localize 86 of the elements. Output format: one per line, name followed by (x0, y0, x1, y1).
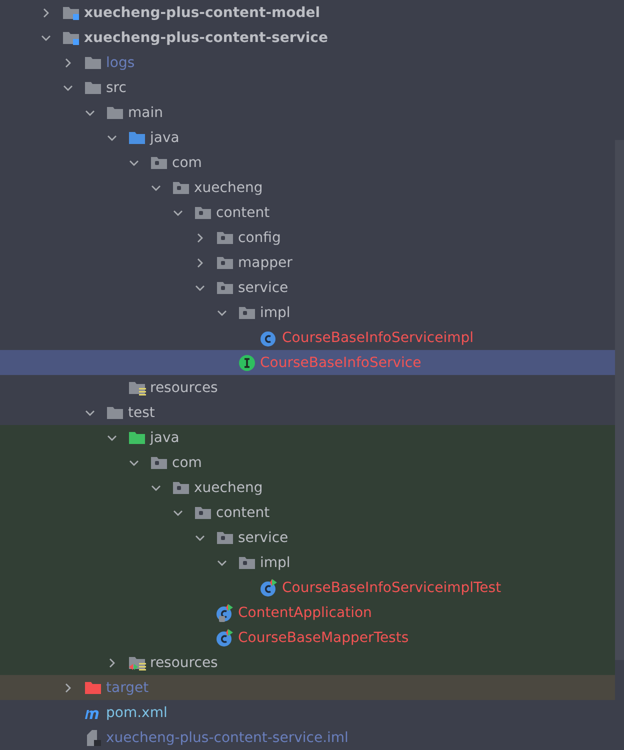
tree-item[interactable]: service (0, 525, 615, 550)
item-label: resources (150, 654, 218, 672)
tree-item[interactable]: src (0, 75, 615, 100)
item-label: java (150, 428, 180, 446)
tree-item[interactable]: config (0, 225, 615, 250)
item-label: src (106, 78, 126, 96)
package-icon (216, 280, 234, 296)
tree-item[interactable]: xuecheng (0, 175, 615, 200)
tree-item[interactable]: CourseBaseInfoServiceimplTest (0, 575, 615, 600)
package-icon (150, 454, 168, 470)
item-label: CourseBaseMapperTests (238, 628, 409, 646)
item-label: content (216, 504, 270, 522)
folder-icon (106, 104, 124, 120)
package-icon (216, 230, 234, 246)
file-icon (84, 728, 102, 746)
package-icon (238, 554, 256, 570)
folder-icon (128, 654, 146, 670)
item-label: test (128, 404, 155, 422)
tree-item[interactable]: xuecheng-plus-content-model (0, 0, 615, 25)
tree-item[interactable]: com (0, 450, 615, 475)
item-label: CourseBaseInfoServiceimplTest (282, 578, 502, 596)
item-label: CourseBaseInfoServiceimpl (282, 328, 474, 346)
tree-item[interactable]: CourseBaseMapperTests (0, 625, 615, 650)
tree-item[interactable]: resources (0, 650, 615, 675)
tree-item[interactable]: resources (0, 375, 615, 400)
tree-item[interactable]: java (0, 125, 615, 150)
item-label: content (216, 204, 270, 222)
folder-icon (84, 54, 102, 70)
item-label: ContentApplication (238, 604, 372, 622)
tree-item[interactable]: mapper (0, 250, 615, 275)
package-icon (194, 204, 212, 220)
tree-item[interactable]: impl (0, 300, 615, 325)
class-icon (216, 628, 234, 646)
tree-item[interactable]: ContentApplication (0, 600, 615, 625)
item-label: impl (260, 304, 290, 322)
tree-item[interactable]: content (0, 200, 615, 225)
item-label: service (238, 528, 288, 546)
class-icon (216, 604, 234, 622)
module-icon (62, 4, 80, 20)
tree-item[interactable]: main (0, 100, 615, 125)
folder-icon (128, 430, 146, 446)
package-icon (216, 530, 234, 546)
item-label: xuecheng-plus-content-model (84, 4, 320, 22)
tree-item[interactable]: service (0, 275, 615, 300)
item-label: main (128, 104, 163, 122)
package-icon (194, 504, 212, 520)
folder-icon (84, 80, 102, 96)
item-label: pom.xml (106, 704, 168, 722)
package-icon (172, 180, 190, 196)
package-icon (216, 254, 234, 270)
tree-item[interactable]: content (0, 500, 615, 525)
package-icon (172, 480, 190, 496)
item-label: target (106, 678, 149, 696)
scrollbar[interactable] (615, 140, 624, 660)
folder-icon (128, 130, 146, 146)
tree-item[interactable]: java (0, 425, 615, 450)
item-label: impl (260, 554, 290, 572)
tree-item[interactable]: xuecheng-plus-content-service (0, 25, 615, 50)
item-label: CourseBaseInfoService (260, 354, 422, 372)
item-label: logs (106, 54, 135, 72)
tree-item[interactable]: impl (0, 550, 615, 575)
item-label: xuecheng (194, 478, 263, 496)
tree-item[interactable]: pom.xml (0, 700, 615, 725)
item-label: java (150, 128, 180, 146)
item-label: xuecheng-plus-content-service.iml (106, 728, 348, 746)
interface-icon (238, 354, 256, 372)
folder-icon (128, 380, 146, 396)
item-label: resources (150, 378, 218, 396)
item-label: com (172, 154, 202, 172)
item-label: xuecheng-plus-content-service (84, 28, 328, 46)
module-icon (62, 30, 80, 46)
package-icon (238, 304, 256, 320)
item-label: mapper (238, 254, 292, 272)
class-icon (260, 578, 278, 596)
folder-icon (106, 404, 124, 420)
tree-item[interactable]: com (0, 150, 615, 175)
tree-item[interactable]: xuecheng (0, 475, 615, 500)
package-icon (150, 154, 168, 170)
item-label: com (172, 454, 202, 472)
folder-icon (84, 680, 102, 696)
tree-item[interactable]: test (0, 400, 615, 425)
item-label: service (238, 278, 288, 296)
item-label: xuecheng (194, 178, 263, 196)
item-label: config (238, 228, 281, 246)
class-icon (260, 328, 278, 346)
tree-item[interactable]: CourseBaseInfoServiceimpl (0, 325, 615, 350)
